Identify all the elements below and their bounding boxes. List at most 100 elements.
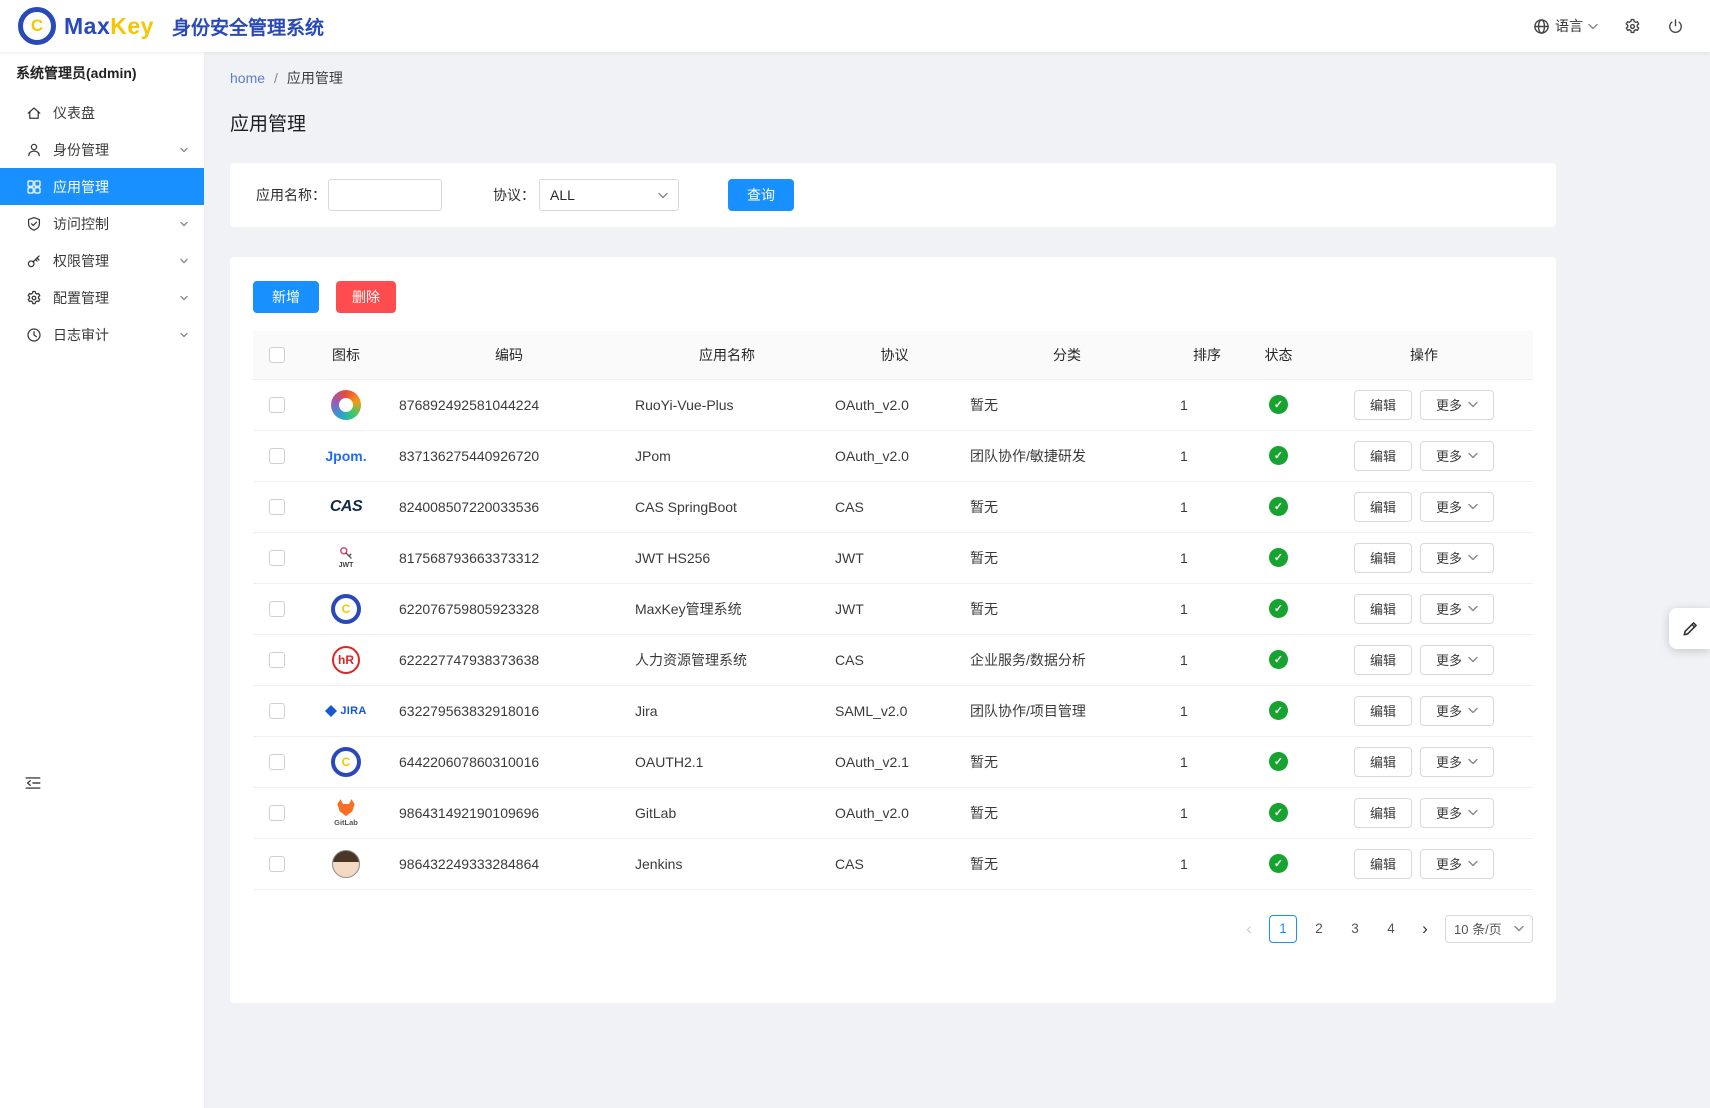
search-button[interactable]: 查询	[728, 179, 794, 211]
status-enabled-icon: ✓	[1269, 650, 1288, 669]
logout-power-icon[interactable]	[1667, 18, 1684, 35]
sidebar-item-apps[interactable]: 应用管理	[0, 168, 204, 205]
more-button[interactable]: 更多	[1420, 798, 1494, 828]
app-sort: 1	[1172, 430, 1242, 481]
brand: C MaxKey 身份安全管理系统	[18, 7, 324, 45]
chevron-down-icon	[658, 192, 668, 199]
more-button[interactable]: 更多	[1420, 696, 1494, 726]
row-checkbox[interactable]	[269, 550, 285, 566]
row-checkbox[interactable]	[269, 805, 285, 821]
pagination-page-2[interactable]: 2	[1305, 915, 1333, 943]
row-checkbox[interactable]	[269, 601, 285, 617]
app-category: 暂无	[962, 838, 1172, 889]
pagination-prev-icon[interactable]: ‹	[1239, 915, 1259, 943]
sidebar-item-audit[interactable]: 日志审计	[0, 316, 204, 353]
edit-button[interactable]: 编辑	[1354, 645, 1412, 675]
table-row: CAS824008507220033536CAS SpringBootCAS暂无…	[253, 481, 1533, 532]
audit-icon	[26, 327, 42, 343]
brand-key: Key	[110, 13, 154, 39]
language-switcher[interactable]: 语言	[1533, 16, 1598, 36]
settings-gear-icon[interactable]	[1624, 18, 1641, 35]
edit-button[interactable]: 编辑	[1354, 543, 1412, 573]
app-code: 986431492190109696	[391, 787, 627, 838]
edit-button[interactable]: 编辑	[1354, 441, 1412, 471]
cas-logo: CAS	[330, 498, 362, 516]
add-button[interactable]: 新增	[253, 281, 319, 313]
edit-button[interactable]: 编辑	[1354, 390, 1412, 420]
edit-button[interactable]: 编辑	[1354, 747, 1412, 777]
more-button[interactable]: 更多	[1420, 594, 1494, 624]
sidebar-item-label: 应用管理	[53, 177, 190, 197]
chevron-down-icon	[1514, 925, 1524, 932]
app-name-input[interactable]	[328, 179, 442, 211]
brand-name: MaxKey	[64, 13, 154, 40]
more-button[interactable]: 更多	[1420, 849, 1494, 879]
app-protocol: SAML_v2.0	[827, 685, 962, 736]
more-button[interactable]: 更多	[1420, 543, 1494, 573]
chevron-down-icon	[1468, 860, 1478, 867]
app-sort: 1	[1172, 838, 1242, 889]
edit-button[interactable]: 编辑	[1354, 594, 1412, 624]
app-protocol: OAuth_v2.0	[827, 430, 962, 481]
pagination-next-icon[interactable]: ›	[1415, 915, 1435, 943]
more-button[interactable]: 更多	[1420, 390, 1494, 420]
app-category: 暂无	[962, 583, 1172, 634]
row-checkbox[interactable]	[269, 397, 285, 413]
protocol-select[interactable]: ALL	[539, 179, 679, 211]
sidebar: 系统管理员(admin) 仪表盘身份管理应用管理访问控制权限管理配置管理日志审计	[0, 52, 205, 1108]
app-protocol: JWT	[827, 532, 962, 583]
app-category: 团队协作/项目管理	[962, 685, 1172, 736]
app-header: C MaxKey 身份安全管理系统 语言	[0, 0, 1710, 52]
status-enabled-icon: ✓	[1269, 854, 1288, 873]
more-button[interactable]: 更多	[1420, 645, 1494, 675]
sidebar-collapse-icon[interactable]	[24, 774, 42, 792]
col-header-category: 分类	[962, 331, 1172, 379]
edit-button[interactable]: 编辑	[1354, 696, 1412, 726]
chevron-down-icon	[1468, 656, 1478, 663]
app-category: 企业服务/数据分析	[962, 634, 1172, 685]
apps-table: 图标 编码 应用名称 协议 分类 排序 状态 操作 87689249258104…	[253, 331, 1533, 890]
edit-button[interactable]: 编辑	[1354, 849, 1412, 879]
sidebar-item-access[interactable]: 访问控制	[0, 205, 204, 242]
pagination-page-4[interactable]: 4	[1377, 915, 1405, 943]
select-all-checkbox[interactable]	[269, 347, 285, 363]
page-title: 应用管理	[230, 109, 1556, 136]
row-checkbox[interactable]	[269, 499, 285, 515]
table-row: C644220607860310016OAUTH2.1OAuth_v2.1暂无1…	[253, 736, 1533, 787]
edit-button[interactable]: 编辑	[1354, 492, 1412, 522]
table-panel: 新增 删除 图标 编码 应用名称 协议 分类	[230, 257, 1556, 1003]
delete-button[interactable]: 删除	[336, 281, 396, 313]
chevron-down-icon	[1468, 401, 1478, 408]
app-sort: 1	[1172, 481, 1242, 532]
breadcrumb-home-link[interactable]: home	[230, 70, 265, 86]
sidebar-item-label: 身份管理	[53, 140, 178, 160]
sidebar-item-dashboard[interactable]: 仪表盘	[0, 94, 204, 131]
row-checkbox[interactable]	[269, 652, 285, 668]
sidebar-item-permission[interactable]: 权限管理	[0, 242, 204, 279]
app-code: 622076759805923328	[391, 583, 627, 634]
pagination-page-1[interactable]: 1	[1269, 915, 1297, 943]
app-name: OAUTH2.1	[627, 736, 827, 787]
edit-button[interactable]: 编辑	[1354, 798, 1412, 828]
chevron-down-icon	[1468, 605, 1478, 612]
chevron-down-icon	[1468, 554, 1478, 561]
page-size-select[interactable]: 10 条/页	[1445, 915, 1533, 943]
app-protocol: OAuth_v2.0	[827, 379, 962, 430]
more-button[interactable]: 更多	[1420, 441, 1494, 471]
table-header-row: 图标 编码 应用名称 协议 分类 排序 状态 操作	[253, 331, 1533, 379]
sidebar-item-identity[interactable]: 身份管理	[0, 131, 204, 168]
jpom-logo: Jpom.	[325, 448, 366, 464]
app-sort: 1	[1172, 532, 1242, 583]
col-header-protocol: 协议	[827, 331, 962, 379]
more-button[interactable]: 更多	[1420, 747, 1494, 777]
theme-settings-button[interactable]	[1669, 608, 1710, 649]
app-protocol: JWT	[827, 583, 962, 634]
row-checkbox[interactable]	[269, 703, 285, 719]
row-checkbox[interactable]	[269, 448, 285, 464]
hr-logo: hR	[332, 646, 360, 674]
row-checkbox[interactable]	[269, 856, 285, 872]
row-checkbox[interactable]	[269, 754, 285, 770]
more-button[interactable]: 更多	[1420, 492, 1494, 522]
sidebar-item-config[interactable]: 配置管理	[0, 279, 204, 316]
pagination-page-3[interactable]: 3	[1341, 915, 1369, 943]
